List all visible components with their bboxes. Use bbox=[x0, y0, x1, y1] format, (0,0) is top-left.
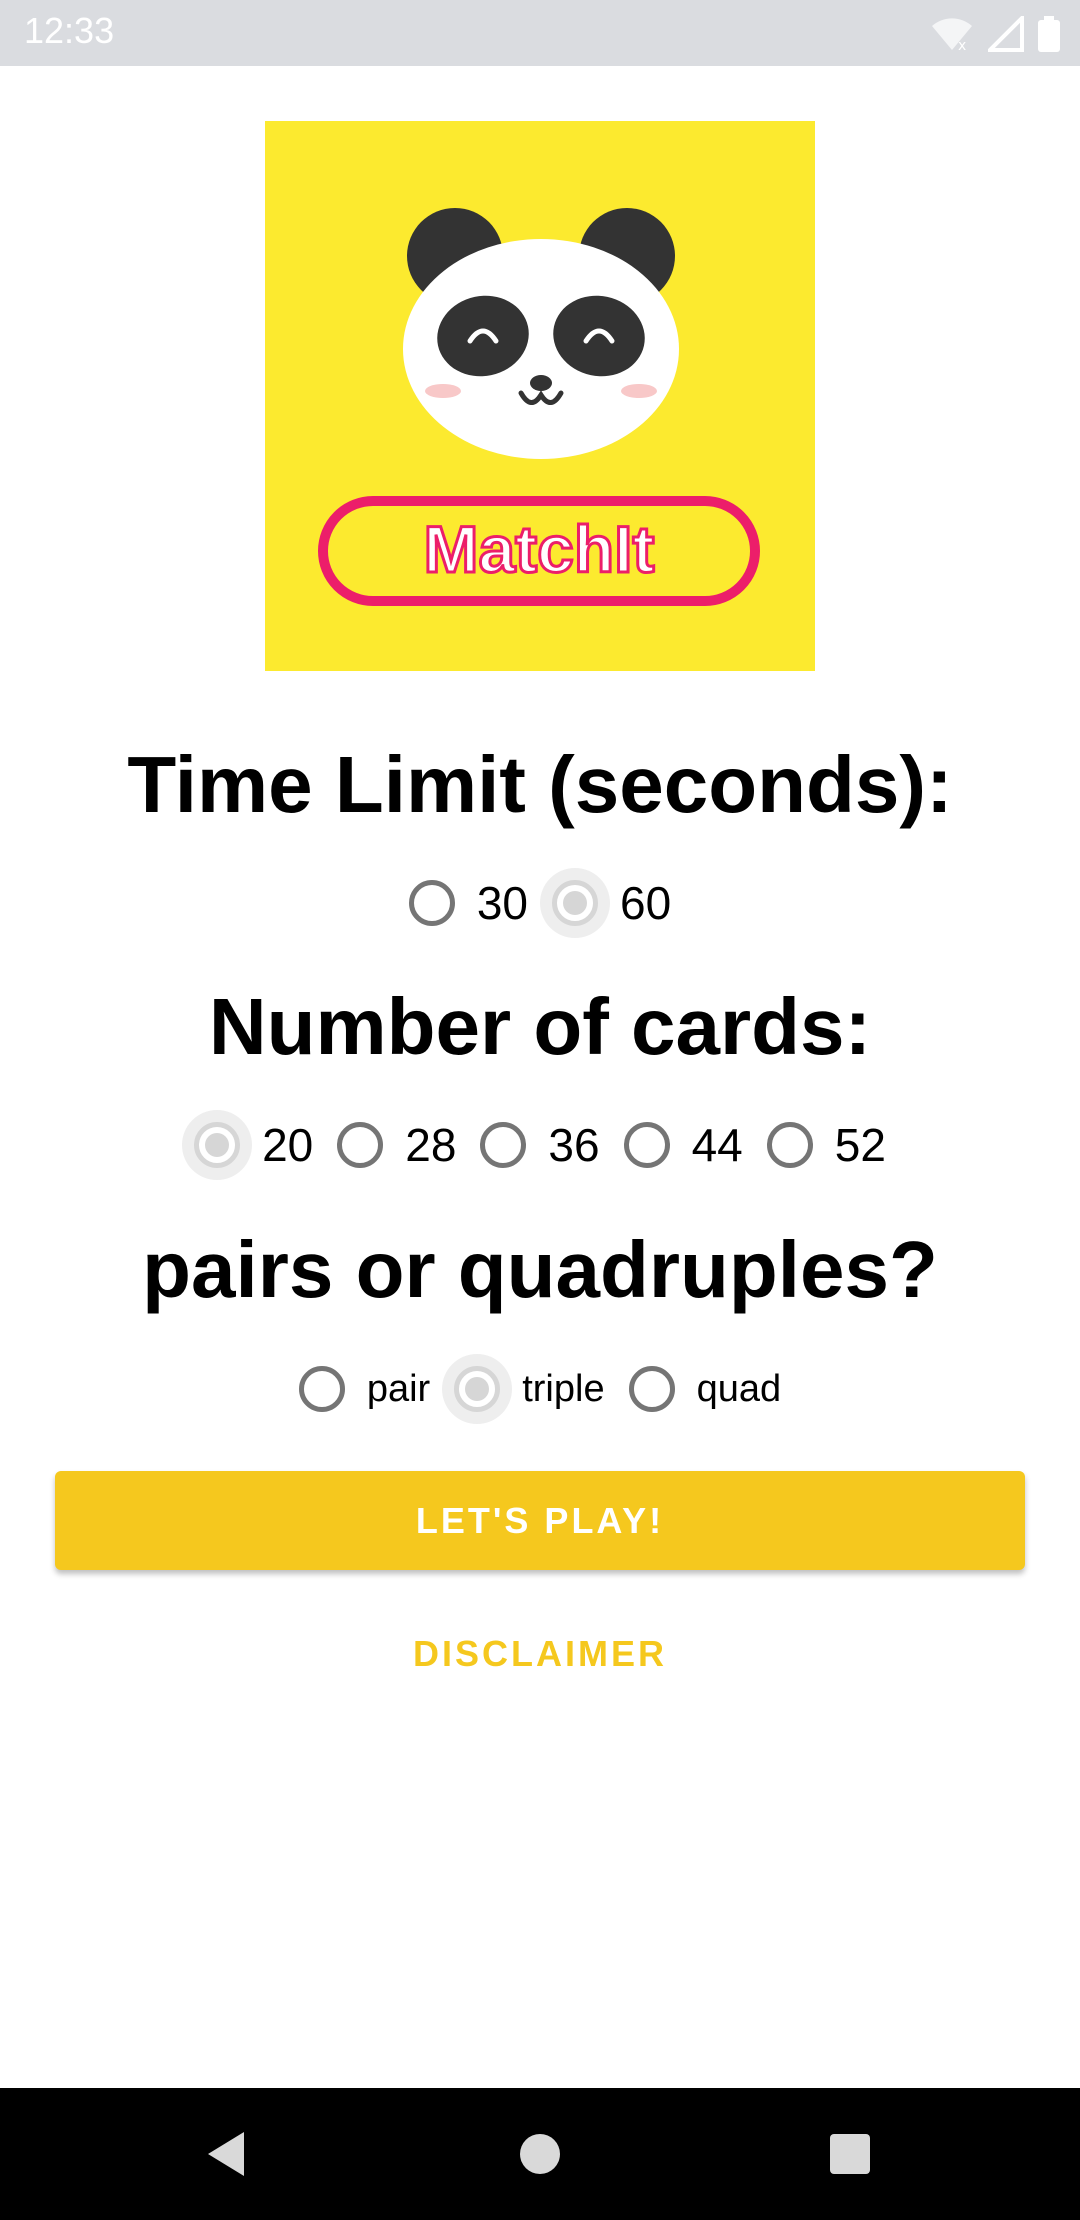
cards-label-52: 52 bbox=[834, 1119, 886, 1171]
home-icon bbox=[520, 2134, 560, 2174]
logo-text: MatchIt bbox=[424, 512, 655, 586]
radio-button[interactable] bbox=[552, 880, 598, 926]
navigation-bar bbox=[0, 2088, 1080, 2220]
svg-text:x: x bbox=[958, 38, 966, 52]
cards-label-44: 44 bbox=[691, 1119, 743, 1171]
cards-option-20[interactable]: 20 bbox=[182, 1110, 325, 1180]
time-limit-heading: Time Limit (seconds): bbox=[127, 740, 953, 829]
grouping-label-triple: triple bbox=[522, 1367, 605, 1410]
cards-option-28[interactable]: 28 bbox=[325, 1110, 468, 1180]
time-limit-label-60: 60 bbox=[620, 877, 672, 929]
time-limit-radio-group: 30 60 bbox=[0, 868, 1080, 938]
time-limit-label-30: 30 bbox=[476, 877, 528, 929]
cards-option-36[interactable]: 36 bbox=[468, 1110, 611, 1180]
radio-button[interactable] bbox=[766, 1122, 813, 1168]
cards-label-20: 20 bbox=[262, 1119, 314, 1171]
radio-button[interactable] bbox=[454, 1366, 501, 1412]
cards-option-44[interactable]: 44 bbox=[612, 1110, 755, 1180]
grouping-label-pair: pair bbox=[366, 1367, 431, 1410]
app-logo: MatchIt bbox=[265, 121, 815, 671]
cards-label-36: 36 bbox=[548, 1119, 600, 1171]
time-limit-option-60[interactable]: 60 bbox=[540, 868, 683, 938]
cards-label-28: 28 bbox=[405, 1119, 457, 1171]
radio-button[interactable] bbox=[623, 1122, 670, 1168]
time-limit-option-30[interactable]: 30 bbox=[397, 868, 540, 938]
radio-button[interactable] bbox=[628, 1366, 675, 1412]
home-button[interactable] bbox=[500, 2118, 580, 2190]
status-icons: x bbox=[930, 14, 1060, 54]
radio-button[interactable] bbox=[480, 1122, 527, 1168]
recents-button[interactable] bbox=[810, 2118, 890, 2190]
grouping-option-pair[interactable]: pair bbox=[287, 1354, 442, 1424]
recents-icon bbox=[830, 2134, 870, 2174]
grouping-option-triple[interactable]: triple bbox=[442, 1354, 616, 1424]
grouping-label-quad: quad bbox=[696, 1367, 782, 1410]
panda-logo-icon: MatchIt bbox=[318, 208, 760, 606]
cards-option-52[interactable]: 52 bbox=[755, 1110, 898, 1180]
disclaimer-button[interactable]: DISCLAIMER bbox=[340, 1618, 740, 1690]
back-icon bbox=[208, 2132, 244, 2176]
grouping-radio-group: pair triple quad bbox=[0, 1354, 1080, 1424]
lets-play-button[interactable]: LET'S PLAY! bbox=[55, 1471, 1025, 1570]
cards-radio-group: 20 28 36 44 52 bbox=[0, 1110, 1080, 1180]
battery-icon bbox=[1038, 16, 1060, 52]
grouping-heading: pairs or quadruples? bbox=[142, 1225, 938, 1314]
radio-button[interactable] bbox=[408, 880, 455, 926]
status-bar: 12:33 x bbox=[0, 0, 1080, 66]
cards-heading: Number of cards: bbox=[208, 982, 872, 1071]
signal-icon bbox=[988, 16, 1024, 52]
wifi-icon: x bbox=[932, 18, 972, 52]
radio-button[interactable] bbox=[337, 1122, 384, 1168]
back-button[interactable] bbox=[186, 2118, 266, 2190]
radio-button[interactable] bbox=[194, 1122, 241, 1168]
radio-button[interactable] bbox=[298, 1366, 345, 1412]
grouping-option-quad[interactable]: quad bbox=[617, 1354, 794, 1424]
status-time: 12:33 bbox=[24, 10, 115, 51]
